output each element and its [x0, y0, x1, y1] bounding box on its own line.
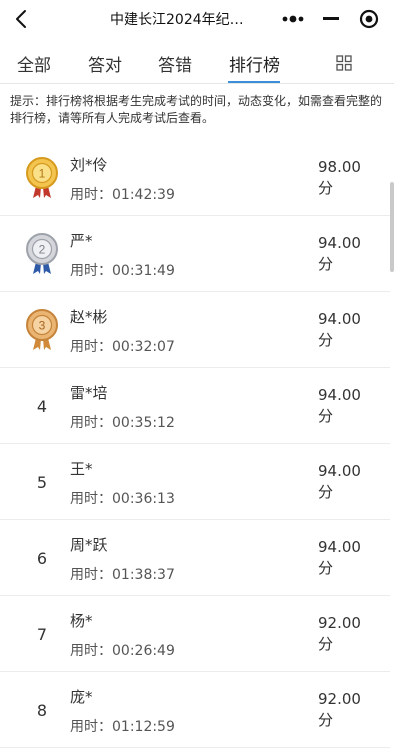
- elapsed-time: 用时：00:26:49: [70, 643, 175, 659]
- elapsed-time: 用时：01:12:59: [70, 719, 175, 735]
- tab-correct[interactable]: 答对: [88, 51, 122, 76]
- page-title: 中建长江2024年纪…: [110, 12, 244, 28]
- elapsed-time: 用时：00:35:12: [70, 415, 175, 431]
- ranking-row[interactable]: 3 赵*彬 用时：00:32:07 94.00 分: [0, 292, 390, 368]
- candidate-name: 严*: [70, 232, 93, 250]
- tab-bar: 全部 答对 答错 排行榜: [0, 40, 394, 84]
- ranking-notice: 提示：排行榜将根据考生完成考试的时间，动态变化，如需查看完整的排行榜，请等所有人…: [10, 94, 383, 125]
- ranking-row[interactable]: 2 严* 用时：00:31:49 94.00 分: [0, 216, 390, 292]
- rank-number: 7: [36, 624, 48, 644]
- ranking-row[interactable]: 8 庞* 用时：01:12:59 92.00 分: [0, 672, 390, 748]
- tab-ranking[interactable]: 排行榜: [229, 51, 280, 76]
- grid-menu-icon[interactable]: [336, 55, 352, 71]
- score: 92.00 分: [318, 614, 361, 653]
- more-icon[interactable]: [274, 4, 312, 34]
- rank-number: 8: [36, 700, 48, 720]
- candidate-name: 周*跃: [70, 536, 108, 554]
- miniprogram-capsule: [274, 4, 387, 34]
- elapsed-time: 用时：00:31:49: [70, 263, 175, 279]
- silver-medal-icon: 2: [22, 216, 62, 292]
- elapsed-time: 用时：00:36:13: [70, 491, 175, 507]
- score: 94.00 分: [318, 234, 361, 273]
- tab-wrong[interactable]: 答错: [158, 51, 192, 76]
- candidate-name: 刘*伶: [70, 156, 108, 174]
- tab-all[interactable]: 全部: [17, 51, 51, 76]
- score: 98.00 分: [318, 158, 361, 197]
- back-icon[interactable]: [10, 7, 34, 31]
- minimize-icon[interactable]: [312, 4, 350, 34]
- svg-text:1: 1: [39, 167, 46, 181]
- close-target-icon[interactable]: [350, 4, 387, 34]
- gold-medal-icon: 1: [22, 140, 62, 216]
- rank-number: 5: [36, 472, 48, 492]
- candidate-name: 王*: [70, 460, 93, 478]
- score: 94.00 分: [318, 538, 361, 577]
- ranking-row[interactable]: 4 雷*培 用时：00:35:12 94.00 分: [0, 368, 390, 444]
- ranking-row[interactable]: 5 王* 用时：00:36:13 94.00 分: [0, 444, 390, 520]
- bronze-medal-icon: 3: [22, 292, 62, 368]
- rank-number: 4: [36, 396, 48, 416]
- candidate-name: 赵*彬: [70, 308, 108, 326]
- candidate-name: 庞*: [70, 688, 93, 706]
- score: 92.00 分: [318, 690, 361, 729]
- score: 94.00 分: [318, 310, 361, 349]
- rank-number: 6: [36, 548, 48, 568]
- active-tab-indicator: [228, 81, 280, 83]
- elapsed-time: 用时：01:42:39: [70, 187, 175, 203]
- svg-text:3: 3: [39, 319, 46, 333]
- candidate-name: 杨*: [70, 612, 93, 630]
- score: 94.00 分: [318, 462, 361, 501]
- ranking-row[interactable]: 1 刘*伶 用时：01:42:39 98.00 分: [0, 140, 390, 216]
- elapsed-time: 用时：01:38:37: [70, 567, 175, 583]
- candidate-name: 雷*培: [70, 384, 108, 402]
- scrollbar[interactable]: [390, 182, 394, 272]
- ranking-row[interactable]: 6 周*跃 用时：01:38:37 94.00 分: [0, 520, 390, 596]
- ranking-row[interactable]: 7 杨* 用时：00:26:49 92.00 分: [0, 596, 390, 672]
- score: 94.00 分: [318, 386, 361, 425]
- top-bar: 中建长江2024年纪…: [0, 0, 394, 38]
- elapsed-time: 用时：00:32:07: [70, 339, 175, 355]
- svg-text:2: 2: [39, 243, 46, 257]
